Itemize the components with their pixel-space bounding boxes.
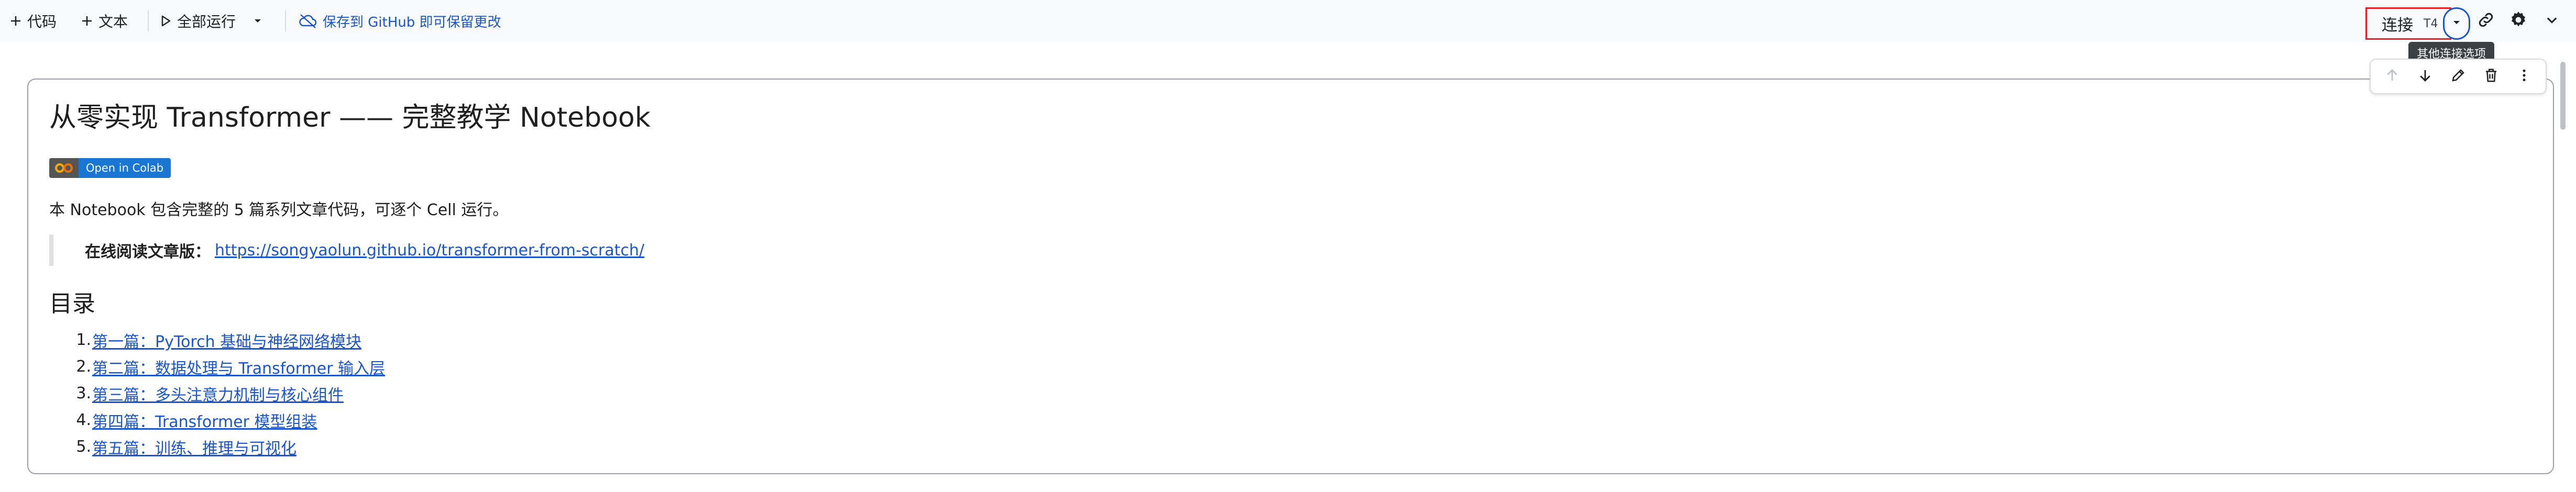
link-button[interactable] bbox=[2474, 9, 2497, 32]
connect-more-options-button[interactable] bbox=[2443, 7, 2470, 40]
run-all-button[interactable]: 全部运行 bbox=[160, 7, 236, 35]
open-in-colab-badge[interactable]: Open in Colab bbox=[49, 158, 171, 178]
article-link[interactable]: https://songyaolun.github.io/transformer… bbox=[215, 241, 644, 260]
toolbar-divider bbox=[148, 10, 149, 31]
intro-paragraph: 本 Notebook 包含完整的 5 篇系列文章代码，可逐个 Cell 运行。 bbox=[49, 201, 509, 219]
run-all-dropdown[interactable] bbox=[252, 7, 263, 35]
move-cell-down-button[interactable] bbox=[2414, 65, 2437, 88]
settings-button[interactable] bbox=[2507, 9, 2530, 32]
text-cell[interactable]: 从零实现 Transformer —— 完整教学 Notebook Open i… bbox=[27, 79, 2554, 474]
chevron-down-icon bbox=[2545, 13, 2559, 29]
toc-link[interactable]: 第一篇：PyTorch 基础与神经网络模块 bbox=[92, 329, 361, 352]
cloud-off-icon bbox=[299, 13, 317, 29]
list-number: 5. bbox=[76, 438, 91, 456]
add-text-button[interactable]: 文本 bbox=[81, 7, 128, 35]
list-item: 4. 第四篇：Transformer 模型组装 bbox=[49, 407, 385, 433]
expand-toolbar-button[interactable] bbox=[2540, 9, 2563, 32]
toc-link[interactable]: 第四篇：Transformer 模型组装 bbox=[92, 409, 317, 432]
list-number: 4. bbox=[76, 411, 91, 429]
save-to-github-label: 保存到 GitHub 即可保留更改 bbox=[323, 14, 501, 30]
cell-action-toolbar bbox=[2370, 59, 2547, 94]
gear-icon bbox=[2508, 10, 2528, 32]
list-item: 2. 第二篇：数据处理与 Transformer 输入层 bbox=[49, 353, 385, 380]
pencil-icon bbox=[2450, 68, 2466, 85]
list-number: 2. bbox=[76, 357, 91, 376]
connect-button[interactable]: 连接 T4 bbox=[2365, 7, 2451, 40]
plus-icon bbox=[9, 15, 22, 27]
notebook-toolbar: 代码 文本 全部运行 保存到 GitHub 即可保留更改 连接 T4 bbox=[0, 0, 2576, 42]
badge-label: Open in Colab bbox=[79, 158, 171, 178]
colab-logo-icon bbox=[49, 158, 79, 178]
add-text-label: 文本 bbox=[98, 13, 128, 30]
list-number: 3. bbox=[76, 384, 91, 402]
more-cell-actions-button[interactable] bbox=[2513, 65, 2536, 88]
toc-link[interactable]: 第三篇：多头注意力机制与核心组件 bbox=[92, 382, 344, 405]
delete-cell-button[interactable] bbox=[2480, 65, 2503, 88]
run-all-label: 全部运行 bbox=[177, 13, 236, 30]
page-title: 从零实现 Transformer —— 完整教学 Notebook bbox=[49, 102, 651, 133]
list-number: 1. bbox=[76, 331, 91, 349]
arrow-up-icon bbox=[2384, 68, 2400, 85]
trash-icon bbox=[2483, 68, 2499, 85]
toc-link[interactable]: 第五篇：训练、推理与可视化 bbox=[92, 435, 296, 459]
arrow-down-icon bbox=[2417, 68, 2433, 85]
list-item: 5. 第五篇：训练、推理与可视化 bbox=[49, 433, 385, 460]
plus-icon bbox=[81, 15, 93, 27]
more-vert-icon bbox=[2516, 68, 2532, 85]
chevron-down-icon bbox=[252, 13, 263, 30]
connect-label: 连接 bbox=[2382, 16, 2413, 35]
edit-cell-button[interactable] bbox=[2447, 65, 2470, 88]
save-to-github-link[interactable]: 保存到 GitHub 即可保留更改 bbox=[299, 7, 501, 35]
add-code-button[interactable]: 代码 bbox=[9, 7, 57, 35]
list-item: 3. 第三篇：多头注意力机制与核心组件 bbox=[49, 380, 385, 407]
toolbar-divider bbox=[285, 10, 286, 31]
scrollbar-thumb[interactable] bbox=[2560, 62, 2566, 130]
blockquote: 在线阅读文章版： https://songyaolun.github.io/tr… bbox=[49, 234, 644, 266]
add-code-label: 代码 bbox=[27, 13, 57, 30]
list-item: 1. 第一篇：PyTorch 基础与神经网络模块 bbox=[49, 327, 385, 353]
quote-label: 在线阅读文章版： bbox=[85, 243, 211, 261]
move-cell-up-button[interactable] bbox=[2381, 65, 2404, 88]
toc-heading: 目录 bbox=[49, 290, 95, 317]
runtime-type-label: T4 bbox=[2424, 17, 2438, 30]
toc-list: 1. 第一篇：PyTorch 基础与神经网络模块 2. 第二篇：数据处理与 Tr… bbox=[49, 327, 385, 460]
play-icon bbox=[160, 15, 172, 27]
link-icon bbox=[2476, 10, 2495, 31]
chevron-down-icon bbox=[2452, 18, 2461, 29]
toc-link[interactable]: 第二篇：数据处理与 Transformer 输入层 bbox=[92, 355, 385, 378]
